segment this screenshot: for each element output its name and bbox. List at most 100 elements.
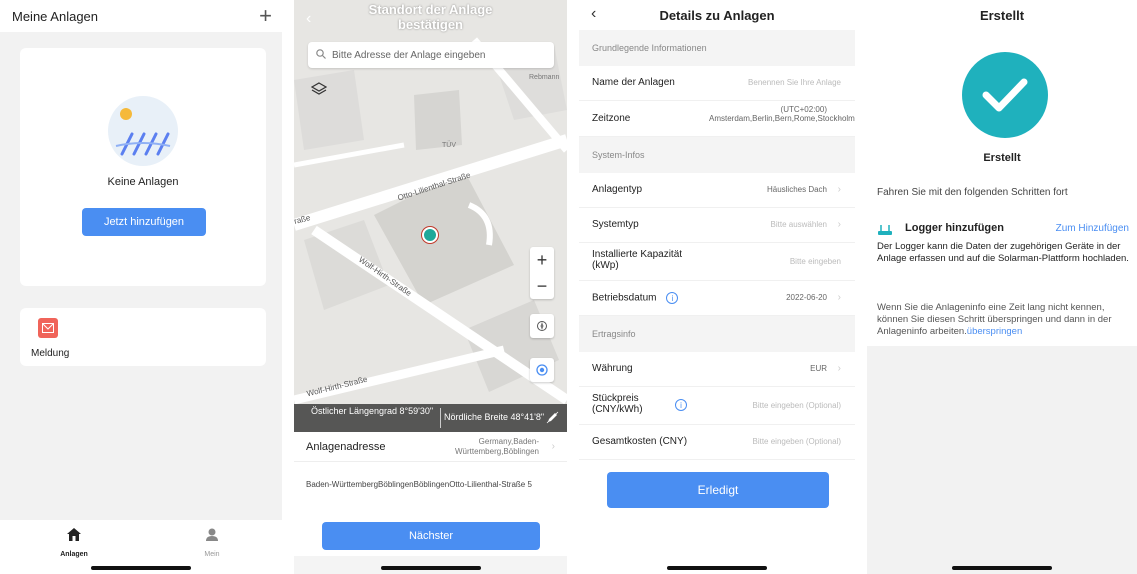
currency-field[interactable]: Währung EUR › — [579, 352, 855, 387]
message-label: Meldung — [31, 348, 70, 359]
section-basic-info: Grundlegende Informationen — [579, 30, 855, 66]
field-placeholder: Bitte eingeben — [789, 257, 841, 266]
home-indicator — [380, 566, 481, 570]
tab-plants-label: Anlagen — [60, 551, 88, 558]
header: ‹ Details zu Anlagen — [579, 0, 855, 30]
plant-type-field[interactable]: Anlagentyp Häusliches Dach › — [579, 173, 855, 208]
search-icon — [316, 48, 326, 62]
home-icon — [67, 528, 81, 541]
info-icon[interactable]: i — [666, 292, 679, 304]
section-system-info: System-Infos — [579, 137, 855, 173]
address-label: Anlagenadresse — [306, 441, 386, 453]
page-title: Standort der Anlage bestätigen — [368, 2, 493, 32]
add-logger-link[interactable]: Zum Hinzufügen — [1056, 223, 1129, 234]
screen-created: Erstellt Erstellt Fahren Sie mit den fol… — [867, 0, 1137, 574]
add-now-button[interactable]: Jetzt hinzufügen — [82, 208, 206, 236]
background-area — [867, 346, 1137, 574]
field-label: Installierte Kapazität (kWp) — [592, 249, 683, 271]
solar-panel-illustration — [108, 96, 178, 166]
screen-confirm-location: Rebmann TÜV Otto-Lilienthal-Straße Wolf-… — [294, 0, 567, 574]
field-placeholder: Bitte eingeben (Optional) — [752, 401, 842, 410]
message-card[interactable]: Meldung — [20, 308, 266, 366]
date-label-text: Betriebsdatum — [592, 292, 657, 304]
field-placeholder: Benennen Sie Ihre Anlage — [748, 78, 841, 87]
field-label: Name der Anlagen — [592, 77, 675, 88]
page-title: Details zu Anlagen — [659, 8, 775, 23]
chevron-right-icon: › — [551, 441, 555, 452]
plant-address-row[interactable]: Anlagenadresse Germany,Baden-Württemberg… — [294, 432, 567, 462]
coordinate-bar: Östlicher Längengrad 8°59'30" Nördliche … — [294, 404, 567, 432]
empty-text: Keine Anlagen — [107, 176, 179, 188]
plus-icon[interactable]: + — [259, 5, 272, 27]
done-button[interactable]: Erledigt — [607, 472, 829, 508]
timezone-field[interactable]: Zeitzone (UTC+02:00) Amsterdam,Berlin,Be… — [579, 101, 855, 137]
plant-name-field[interactable]: Name der Anlagen Benennen Sie Ihre Anlag… — [579, 66, 855, 101]
tab-plants[interactable]: Anlagen — [44, 528, 104, 561]
system-type-field[interactable]: Systemtyp Bitte auswählen › — [579, 208, 855, 243]
info-icon[interactable]: i — [675, 399, 687, 411]
home-indicator — [952, 566, 1052, 570]
field-label: Währung — [592, 363, 633, 374]
created-label: Erstellt — [983, 152, 1021, 164]
total-cost-field[interactable]: Gesamtkosten (CNY) Bitte eingeben (Optio… — [579, 425, 855, 460]
skip-link[interactable]: überspringen — [967, 326, 1022, 337]
home-indicator — [91, 566, 191, 570]
screen-my-plants: Meine Anlagen + Keine Anlagen Jetzt hinz… — [0, 0, 282, 574]
chevron-right-icon: › — [837, 292, 841, 303]
unit-price-field[interactable]: Stückpreis (CNY/kWh) i Bitte eingeben (O… — [579, 387, 855, 425]
field-value: 2022-06-20 — [786, 293, 827, 302]
field-placeholder: Bitte eingeben (Optional) — [752, 437, 842, 446]
home-indicator — [667, 566, 767, 570]
divider — [440, 408, 441, 428]
full-address-text: Baden-WürttembergBöblingenBöblingenOtto-… — [306, 480, 532, 489]
longitude-readout: Östlicher Längengrad 8°59'30" — [310, 406, 434, 416]
field-label: Zeitzone — [592, 113, 631, 124]
page-title: Erstellt — [979, 8, 1025, 23]
field-label: Gesamtkosten (CNY) — [592, 436, 688, 447]
zoom-out-button[interactable]: − — [537, 273, 548, 299]
page-title: Meine Anlagen — [12, 8, 99, 24]
map-view[interactable]: Rebmann TÜV Otto-Lilienthal-Straße Wolf-… — [294, 0, 567, 432]
header: Meine Anlagen + — [0, 0, 282, 32]
search-placeholder: Bitte Adresse der Anlage eingeben — [332, 49, 486, 61]
zoom-in-button[interactable]: + — [537, 247, 548, 273]
field-label: Anlagentyp — [592, 184, 643, 195]
chevron-right-icon: › — [837, 219, 841, 230]
map-label-rebmann: Rebmann — [529, 74, 560, 81]
chevron-right-icon: › — [837, 184, 841, 195]
capacity-field[interactable]: Installierte Kapazität (kWp) Bitte einge… — [579, 243, 855, 281]
skip-info: Wenn Sie die Anlageninfo eine Zeit lang … — [877, 302, 1133, 338]
section-yield-info: Ertragsinfo — [579, 316, 855, 352]
zoom-control: + − — [530, 247, 554, 299]
chevron-right-icon: › — [837, 363, 841, 374]
tab-mine[interactable]: Mein — [182, 528, 242, 561]
address-search-input[interactable]: Bitte Adresse der Anlage eingeben — [308, 42, 554, 68]
field-label: Systemtyp — [592, 219, 639, 230]
latitude-readout: Nördliche Breite 48°41'8" — [444, 412, 545, 422]
person-icon — [206, 528, 218, 541]
compass-icon[interactable] — [530, 314, 554, 338]
back-icon[interactable]: ‹ — [306, 10, 311, 28]
location-pin-icon[interactable] — [422, 227, 438, 243]
empty-state-card: Keine Anlagen Jetzt hinzufügen — [20, 48, 266, 286]
address-value: Germany,Baden-Württemberg,Böblingen — [454, 437, 539, 456]
logger-title: Logger hinzufügen — [905, 222, 1004, 234]
add-logger-row: Logger hinzufügen Zum Hinzufügen — [877, 222, 1129, 236]
logger-icon — [877, 223, 893, 241]
layers-icon[interactable] — [308, 78, 330, 100]
operation-date-field[interactable]: Betriebsdatum i 2022-06-20 › — [579, 281, 855, 316]
field-value: EUR — [810, 364, 827, 373]
continue-text: Fahren Sie mit den folgenden Schritten f… — [877, 187, 1068, 198]
tab-mine-label: Mein — [204, 551, 220, 558]
field-label: Betriebsdatum i — [592, 292, 679, 304]
edit-location-icon[interactable] — [546, 411, 559, 426]
bottom-area — [294, 556, 567, 574]
chevron-right-icon: › — [837, 113, 841, 124]
success-check-icon — [962, 52, 1048, 138]
mail-icon — [38, 318, 58, 338]
logger-description: Der Logger kann die Daten der zugehörige… — [877, 241, 1129, 264]
screen-plant-details: ‹ Details zu Anlagen Grundlegende Inform… — [579, 0, 855, 574]
next-button[interactable]: Nächster — [322, 522, 540, 550]
map-label-tuv: TÜV — [442, 142, 456, 149]
locate-me-icon[interactable] — [530, 358, 554, 382]
